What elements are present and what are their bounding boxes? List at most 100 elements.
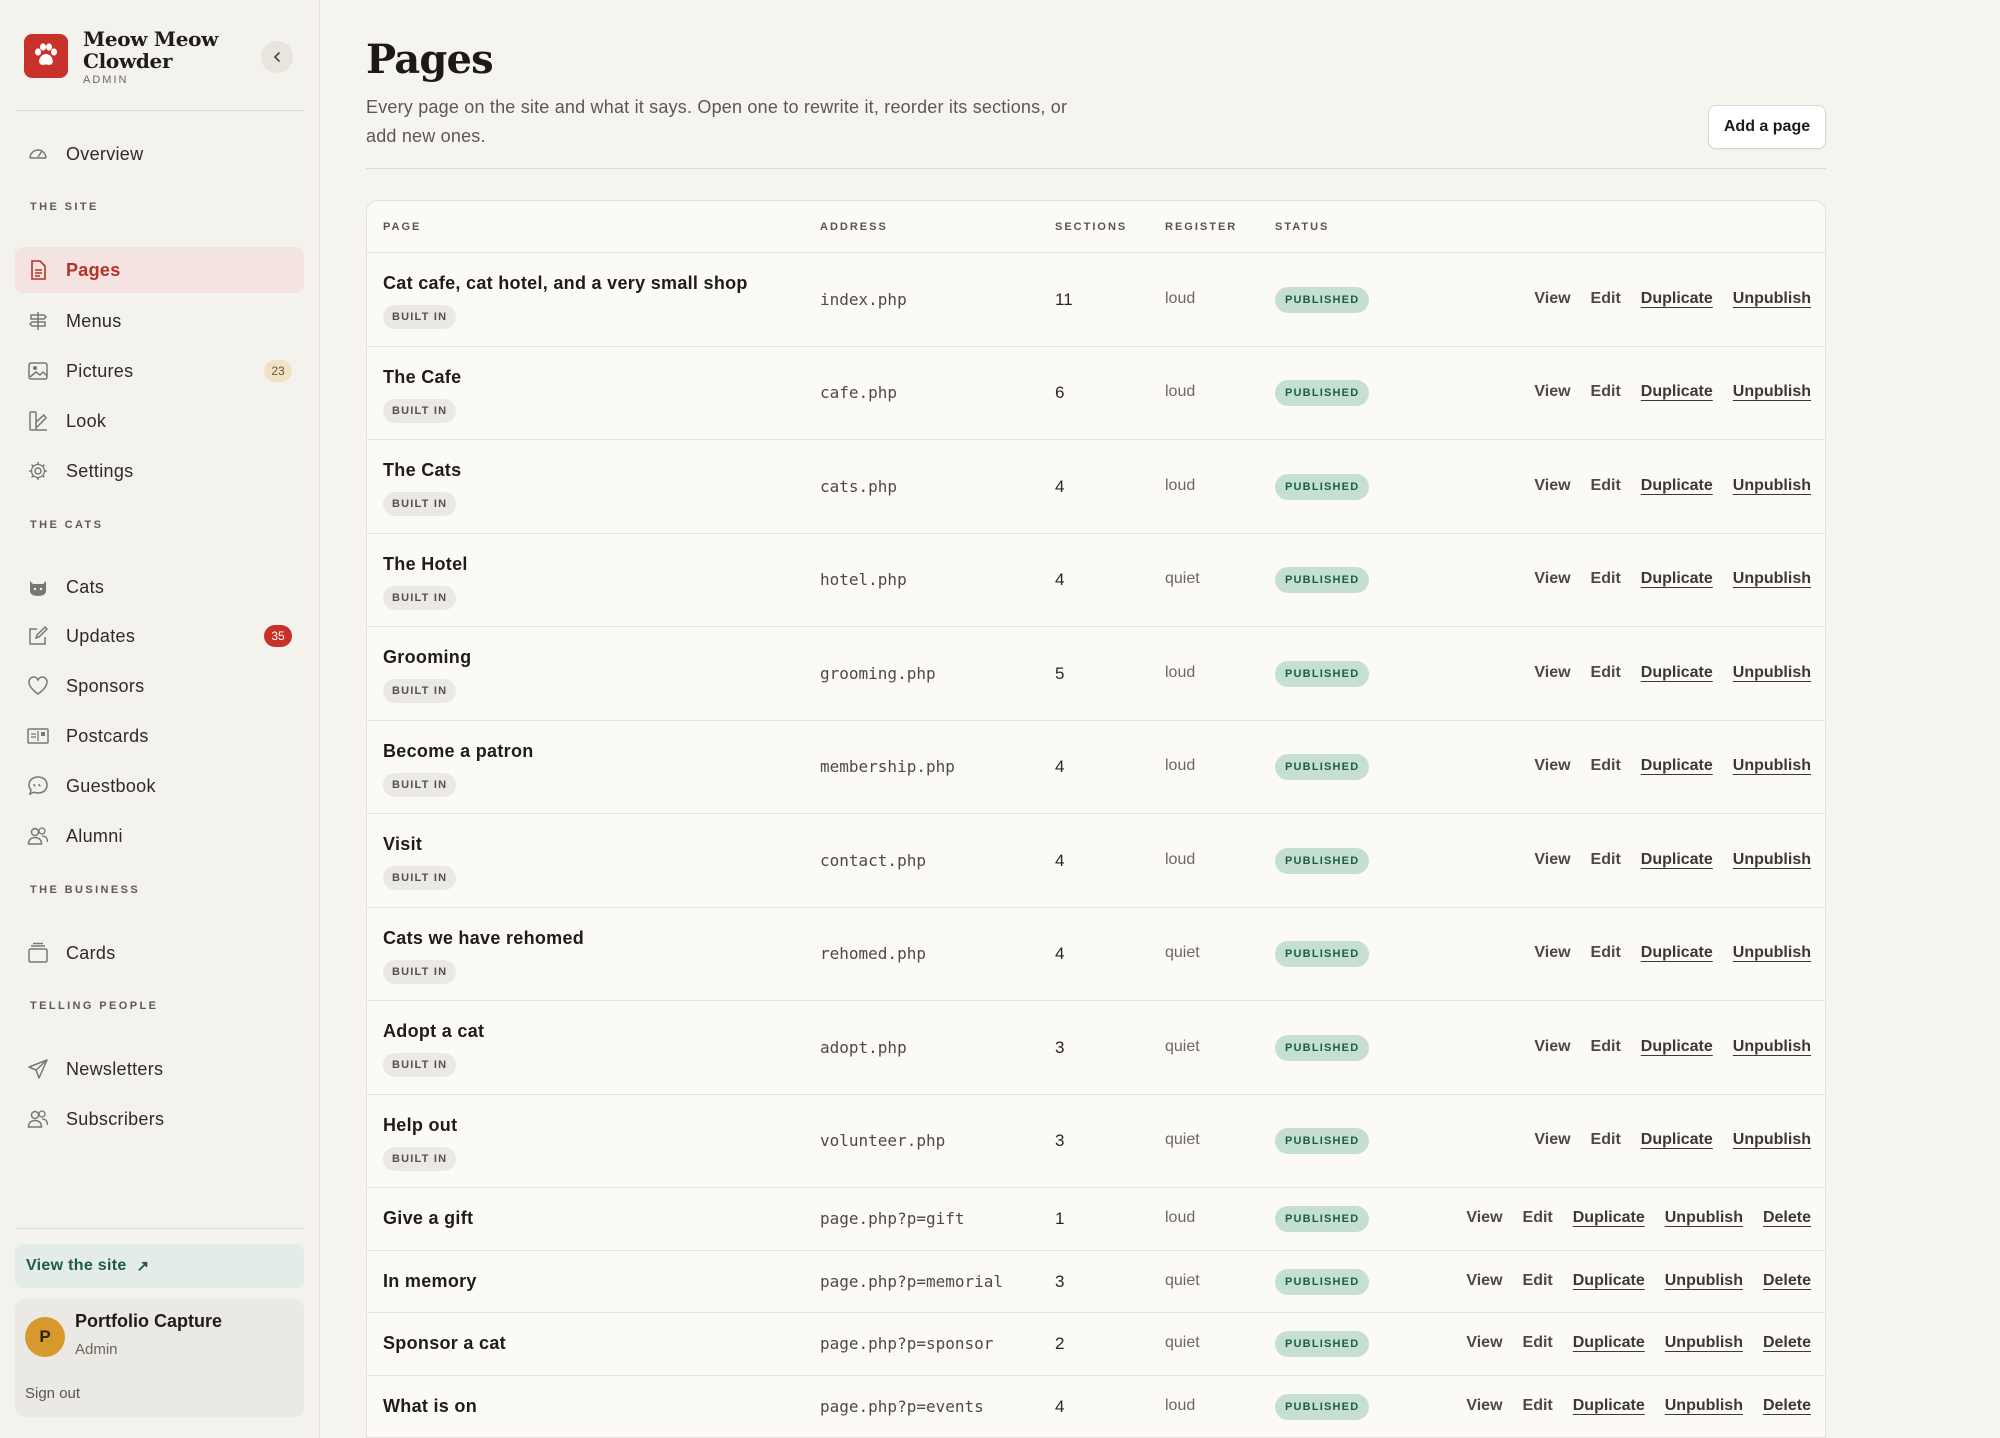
table-row[interactable]: What is on page.php?p=events 4 loud PUBLISHE… <box>367 1376 1825 1438</box>
page-title-cell[interactable]: Grooming <box>383 647 471 668</box>
duplicate-link[interactable]: Duplicate <box>1641 944 1713 962</box>
page-title-cell[interactable]: Cats we have rehomed <box>383 928 584 949</box>
unpublish-link[interactable]: Unpublish <box>1733 664 1811 682</box>
edit-link[interactable]: Edit <box>1591 851 1621 869</box>
duplicate-link[interactable]: Duplicate <box>1641 664 1713 682</box>
table-row[interactable]: Cats we have rehomed BUILT IN rehomed.php 4… <box>367 908 1825 1001</box>
view-link[interactable]: View <box>1534 477 1570 495</box>
edit-link[interactable]: Edit <box>1591 664 1621 682</box>
sidebar-item-settings[interactable]: Settings <box>15 448 304 494</box>
unpublish-link[interactable]: Unpublish <box>1665 1209 1743 1227</box>
sidebar-item-overview[interactable]: Overview <box>15 131 304 177</box>
edit-link[interactable]: Edit <box>1591 477 1621 495</box>
edit-link[interactable]: Edit <box>1523 1397 1553 1415</box>
page-title-cell[interactable]: The Cafe <box>383 367 461 388</box>
table-row[interactable]: Grooming BUILT IN grooming.php 5 loud PUBLISH… <box>367 627 1825 721</box>
duplicate-link[interactable]: Duplicate <box>1641 1131 1713 1149</box>
sidebar-item-newsletters[interactable]: Newsletters <box>15 1046 304 1092</box>
view-link[interactable]: View <box>1534 1038 1570 1056</box>
duplicate-link[interactable]: Duplicate <box>1573 1209 1645 1227</box>
view-link[interactable]: View <box>1534 290 1570 308</box>
unpublish-link[interactable]: Unpublish <box>1665 1397 1743 1415</box>
page-title-cell[interactable]: Help out <box>383 1115 457 1136</box>
sidebar-item-cards[interactable]: Cards <box>15 930 304 976</box>
sidebar-item-pages[interactable]: Pages <box>15 247 304 293</box>
duplicate-link[interactable]: Duplicate <box>1641 851 1713 869</box>
edit-link[interactable]: Edit <box>1523 1209 1553 1227</box>
edit-link[interactable]: Edit <box>1591 944 1621 962</box>
duplicate-link[interactable]: Duplicate <box>1641 290 1713 308</box>
duplicate-link[interactable]: Duplicate <box>1641 757 1713 775</box>
duplicate-link[interactable]: Duplicate <box>1573 1272 1645 1290</box>
table-row[interactable]: The Cats BUILT IN cats.php 4 loud PUBLISHED Vi… <box>367 440 1825 534</box>
table-row[interactable]: Sponsor a cat page.php?p=sponsor 2 quiet PUB… <box>367 1313 1825 1376</box>
table-row[interactable]: The Cafe BUILT IN cafe.php 6 loud PUBLISHED Vi… <box>367 347 1825 440</box>
unpublish-link[interactable]: Unpublish <box>1733 290 1811 308</box>
duplicate-link[interactable]: Duplicate <box>1573 1397 1645 1415</box>
delete-link[interactable]: Delete <box>1763 1397 1811 1415</box>
unpublish-link[interactable]: Unpublish <box>1733 477 1811 495</box>
page-title-cell[interactable]: Sponsor a cat <box>383 1333 506 1354</box>
view-link[interactable]: View <box>1466 1397 1502 1415</box>
add-page-button[interactable]: Add a page <box>1708 105 1826 149</box>
unpublish-link[interactable]: Unpublish <box>1733 383 1811 401</box>
page-title-cell[interactable]: Visit <box>383 834 422 855</box>
sign-out-link[interactable]: Sign out <box>25 1385 80 1402</box>
edit-link[interactable]: Edit <box>1523 1334 1553 1352</box>
page-title-cell[interactable]: Give a gift <box>383 1208 473 1229</box>
view-link[interactable]: View <box>1534 944 1570 962</box>
view-link[interactable]: View <box>1534 383 1570 401</box>
edit-link[interactable]: Edit <box>1591 383 1621 401</box>
unpublish-link[interactable]: Unpublish <box>1733 944 1811 962</box>
table-row[interactable]: In memory page.php?p=memorial 3 quiet PUBLIS… <box>367 1251 1825 1313</box>
view-site-link[interactable]: View the site ↗ <box>15 1244 304 1288</box>
duplicate-link[interactable]: Duplicate <box>1641 383 1713 401</box>
sidebar-item-guestbook[interactable]: Guestbook <box>15 763 304 809</box>
table-row[interactable]: Give a gift page.php?p=gift 1 loud PUBLISHED… <box>367 1188 1825 1251</box>
avatar[interactable]: P <box>25 1317 65 1357</box>
table-row[interactable]: Cat cafe, cat hotel, and a very small sh… <box>367 253 1825 347</box>
sidebar-item-look[interactable]: Look <box>15 398 304 444</box>
collapse-sidebar-button[interactable] <box>261 41 293 73</box>
view-link[interactable]: View <box>1534 851 1570 869</box>
delete-link[interactable]: Delete <box>1763 1334 1811 1352</box>
page-title-cell[interactable]: Cat cafe, cat hotel, and a very small sh… <box>383 273 748 294</box>
view-link[interactable]: View <box>1534 664 1570 682</box>
unpublish-link[interactable]: Unpublish <box>1665 1334 1743 1352</box>
page-title-cell[interactable]: Become a patron <box>383 741 534 762</box>
page-title-cell[interactable]: The Cats <box>383 460 461 481</box>
table-row[interactable]: The Hotel BUILT IN hotel.php 4 quiet PUBLISHE… <box>367 534 1825 627</box>
delete-link[interactable]: Delete <box>1763 1209 1811 1227</box>
view-link[interactable]: View <box>1466 1272 1502 1290</box>
sidebar-item-cats[interactable]: Cats <box>15 564 304 610</box>
view-link[interactable]: View <box>1466 1334 1502 1352</box>
sidebar-item-menus[interactable]: Menus <box>15 298 304 344</box>
duplicate-link[interactable]: Duplicate <box>1641 1038 1713 1056</box>
unpublish-link[interactable]: Unpublish <box>1733 757 1811 775</box>
edit-link[interactable]: Edit <box>1523 1272 1553 1290</box>
sidebar-item-sponsors[interactable]: Sponsors <box>15 663 304 709</box>
view-link[interactable]: View <box>1534 757 1570 775</box>
table-row[interactable]: Adopt a cat BUILT IN adopt.php 3 quiet PUBLIS… <box>367 1001 1825 1095</box>
table-row[interactable]: Help out BUILT IN volunteer.php 3 quiet PUBLI… <box>367 1095 1825 1188</box>
duplicate-link[interactable]: Duplicate <box>1641 477 1713 495</box>
table-row[interactable]: Visit BUILT IN contact.php 4 loud PUBLISHED Vi… <box>367 814 1825 908</box>
view-link[interactable]: View <box>1534 570 1570 588</box>
delete-link[interactable]: Delete <box>1763 1272 1811 1290</box>
unpublish-link[interactable]: Unpublish <box>1733 570 1811 588</box>
table-row[interactable]: Become a patron BUILT IN membership.php 4 lo… <box>367 721 1825 814</box>
unpublish-link[interactable]: Unpublish <box>1665 1272 1743 1290</box>
sidebar-item-subscribers[interactable]: Subscribers <box>15 1096 304 1142</box>
unpublish-link[interactable]: Unpublish <box>1733 851 1811 869</box>
view-link[interactable]: View <box>1534 1131 1570 1149</box>
page-title-cell[interactable]: Adopt a cat <box>383 1021 484 1042</box>
unpublish-link[interactable]: Unpublish <box>1733 1131 1811 1149</box>
sidebar-item-postcards[interactable]: Postcards <box>15 713 304 759</box>
unpublish-link[interactable]: Unpublish <box>1733 1038 1811 1056</box>
sidebar-item-pictures[interactable]: Pictures 23 <box>15 348 304 394</box>
sidebar-item-updates[interactable]: Updates 35 <box>15 613 304 659</box>
edit-link[interactable]: Edit <box>1591 290 1621 308</box>
page-title-cell[interactable]: In memory <box>383 1271 477 1292</box>
edit-link[interactable]: Edit <box>1591 1131 1621 1149</box>
page-title-cell[interactable]: The Hotel <box>383 554 468 575</box>
